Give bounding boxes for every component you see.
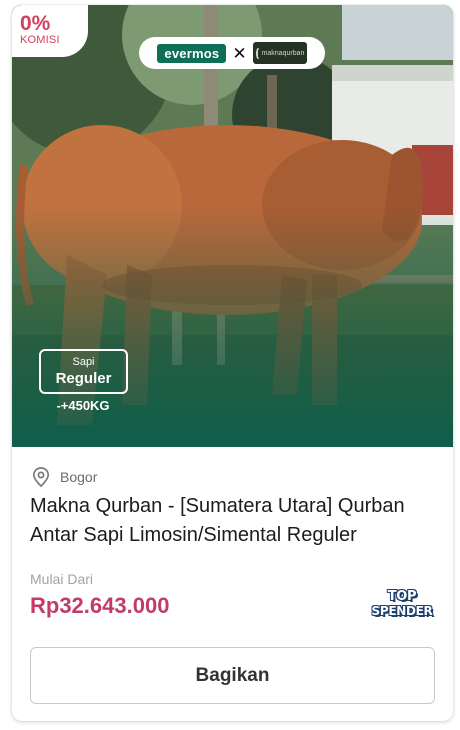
collab-x-icon: ✕ — [232, 43, 247, 63]
commission-percent: 0% — [20, 12, 51, 35]
commission-badge: 0% KOMISI — [12, 5, 88, 57]
map-pin-icon — [32, 467, 50, 487]
price-label: Mulai Dari — [30, 571, 94, 587]
cattle-weight: -+450KG — [56, 398, 110, 413]
maknaqurban-logo-text: maknaqurban — [261, 49, 305, 57]
maknaqurban-logo-icon — [255, 47, 260, 59]
commission-label: KOMISI — [20, 34, 60, 46]
cattle-type-small: Sapi — [72, 356, 95, 368]
cattle-type-big: Reguler — [55, 370, 112, 387]
product-location: Bogor — [32, 467, 97, 487]
product-title[interactable]: Makna Qurban - [Sumatera Utara] Qurban A… — [30, 492, 440, 550]
location-text: Bogor — [60, 469, 98, 485]
top-spender-line1: TOP — [387, 589, 417, 604]
cattle-type-badge: Sapi Reguler — [39, 349, 128, 394]
share-button[interactable]: Bagikan — [30, 647, 435, 704]
top-spender-line2: SPENDER — [371, 604, 433, 618]
brand-collab-pill: evermos ✕ maknaqurban — [139, 37, 325, 69]
product-card[interactable]: 0% KOMISI evermos ✕ maknaqurban Sapi Reg… — [12, 5, 453, 721]
product-price: Rp32.643.000 — [30, 593, 170, 618]
product-image[interactable]: 0% KOMISI evermos ✕ maknaqurban Sapi Reg… — [12, 5, 453, 447]
top-spender-badge: TOP SPENDER — [367, 590, 437, 624]
maknaqurban-logo: maknaqurban — [252, 42, 307, 64]
evermos-logo: evermos — [157, 43, 227, 63]
